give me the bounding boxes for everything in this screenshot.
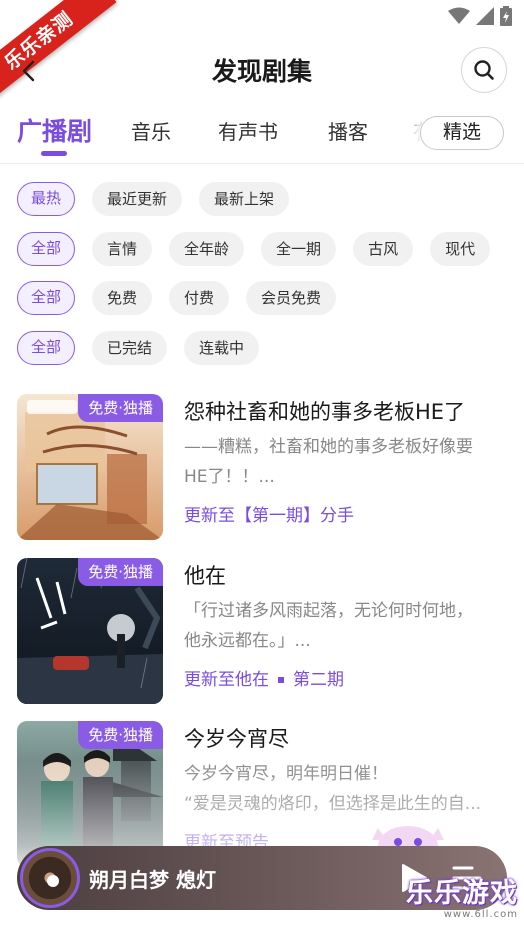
tab-radio-drama[interactable]: 广播剧	[17, 112, 92, 148]
now-playing-title: 朔月白梦 熄灯	[89, 868, 216, 892]
watermark-url: www.6ll.com	[443, 909, 518, 920]
status-filter-row: 全部 已完结 连载中	[17, 331, 260, 365]
item-description-line: 「行过诸多风雨起落，无论何时何地，	[184, 601, 473, 621]
featured-filter-button[interactable]: 精选	[420, 116, 504, 150]
item-title: 他在	[184, 564, 226, 588]
chip-price-paid[interactable]: 付费	[169, 281, 230, 315]
exclusive-badge: 免费·独播	[78, 721, 163, 749]
price-filter-row: 全部 免费 付费 会员免费	[17, 281, 337, 315]
item-update-status: 更新至【第一期】分手	[184, 501, 354, 526]
chip-status-finished[interactable]: 已完结	[92, 331, 168, 365]
item-description: ——糟糕，社畜和她的事多老板好像要 HE了！！...	[184, 432, 506, 492]
signal-icon	[476, 7, 494, 25]
item-description: 「行过诸多风雨起落，无论何时何地， 他永远都在。」...	[184, 596, 506, 656]
chip-genre-all[interactable]: 全部	[17, 232, 76, 266]
chip-sort-new[interactable]: 最新上架	[199, 182, 290, 216]
separator-dot	[278, 677, 284, 683]
status-icons	[448, 6, 512, 26]
tab-audiobook[interactable]: 有声书	[218, 116, 278, 145]
item-title: 今岁今宵尽	[184, 727, 289, 751]
status-bar	[0, 0, 524, 32]
update-text: 更新至【第一期】分手	[184, 506, 354, 526]
chip-genre-single[interactable]: 全一期	[261, 232, 337, 266]
chip-genre-ancient[interactable]: 古风	[353, 232, 414, 266]
chip-price-member[interactable]: 会员免费	[246, 281, 337, 315]
chip-sort-hot[interactable]: 最热	[17, 182, 76, 216]
chip-status-all[interactable]: 全部	[17, 331, 76, 365]
tab-music[interactable]: 音乐	[131, 116, 171, 145]
header: 发现剧集	[0, 44, 524, 94]
list-item[interactable]: 免费·独播 怨种社畜和她的事多老板HE了 ——糟糕，社畜和她的事多老板好像要 H…	[0, 394, 524, 542]
chip-price-free[interactable]: 免费	[92, 281, 153, 315]
watermark-text: 乐乐游戏	[406, 878, 518, 909]
tab-podcast[interactable]: 播客	[328, 116, 368, 145]
chip-price-all[interactable]: 全部	[17, 281, 76, 315]
genre-filter-row: 全部 言情 全年龄 全一期 古风 现代	[17, 232, 491, 266]
chip-genre-romance[interactable]: 言情	[92, 232, 153, 266]
category-tabs: 广播剧 音乐 有声书 播客 有 精选	[0, 108, 524, 164]
item-description: 今岁今宵尽，明年明日催！ “爱是灵魂的烙印，但选择是此生的自...	[184, 759, 506, 819]
chip-sort-recent[interactable]: 最近更新	[92, 182, 183, 216]
cover-image[interactable]: 免费·独播	[17, 394, 163, 540]
chip-genre-modern[interactable]: 现代	[430, 232, 491, 266]
tab-active-indicator	[41, 151, 67, 156]
item-update-status: 更新至他在 第二期	[184, 665, 344, 690]
item-description-line: 今岁今宵尽，明年明日催！	[184, 764, 388, 784]
item-description-line: ——糟糕，社畜和她的事多老板好像要	[184, 437, 473, 457]
chip-status-ongoing[interactable]: 连载中	[184, 331, 260, 365]
wifi-icon	[448, 7, 470, 24]
update-episode: 第二期	[293, 670, 344, 690]
list-item[interactable]: 免费·独播 他在 「行过诸多风雨起落，无论何时何地， 他永远都在。」... 更新…	[0, 558, 524, 706]
search-button[interactable]	[461, 47, 507, 93]
disc-center	[47, 875, 59, 887]
item-description-line: 他永远都在。」...	[184, 631, 311, 651]
chip-genre-all-ages[interactable]: 全年龄	[169, 232, 245, 266]
cover-image[interactable]: 免费·独播	[17, 558, 163, 704]
exclusive-badge: 免费·独播	[78, 558, 163, 586]
item-description-line: “爱是灵魂的烙印，但选择是此生的自...	[184, 794, 482, 814]
exclusive-badge: 免费·独播	[78, 394, 163, 422]
site-watermark: 乐乐游戏 www.6ll.com	[398, 879, 518, 925]
item-title: 怨种社畜和她的事多老板HE了	[184, 400, 466, 424]
item-description-line: HE了！！...	[184, 467, 275, 487]
page-title: 发现剧集	[211, 57, 312, 86]
search-icon	[474, 60, 494, 80]
battery-icon	[500, 6, 512, 26]
update-text: 更新至他在	[184, 670, 269, 690]
album-disc[interactable]	[20, 848, 80, 908]
sort-filter-row: 最热 最近更新 最新上架	[17, 182, 290, 216]
